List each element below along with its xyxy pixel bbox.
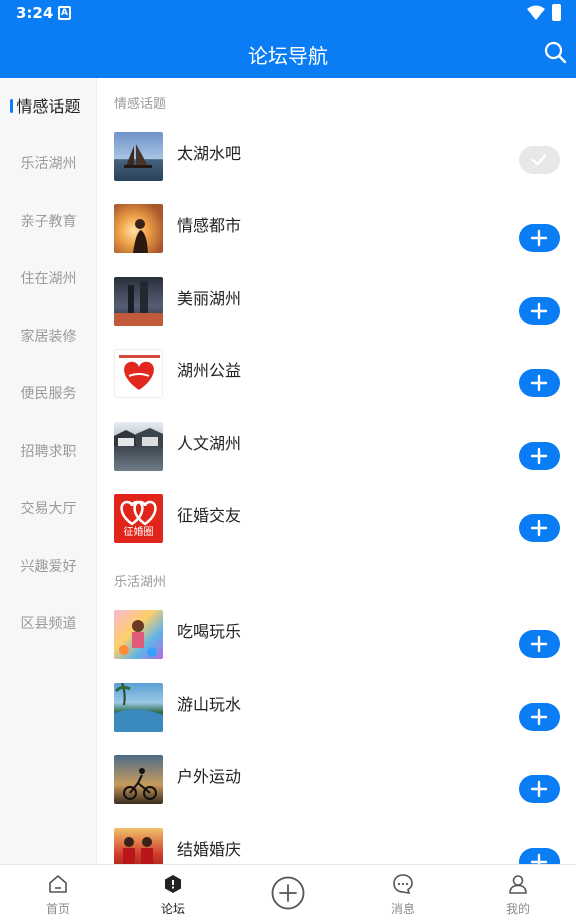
- sidebar-item-jobs[interactable]: 招聘求职: [0, 430, 97, 474]
- forum-thumbnail: [114, 828, 163, 864]
- app-header: 论坛导航: [0, 28, 576, 78]
- forum-thumbnail: [114, 132, 163, 181]
- plus-icon: [530, 519, 548, 537]
- plus-icon: [530, 229, 548, 247]
- forum-list: 情感话题 太湖水吧 情感都市 美丽湖州 湖州公益 人文湖州 征婚圈 征婚交友 乐…: [98, 78, 576, 864]
- join-button[interactable]: [519, 369, 560, 397]
- joined-button[interactable]: [519, 146, 560, 174]
- page-title: 论坛导航: [248, 44, 328, 68]
- home-icon: [49, 875, 67, 893]
- status-bar: 3:24 A: [0, 0, 576, 28]
- forum-thumbnail: 征婚圈: [114, 494, 163, 543]
- forum-row[interactable]: 太湖水吧: [98, 132, 576, 204]
- forum-name: 游山玩水: [177, 695, 242, 714]
- tab-home-label: 首页: [45, 902, 70, 916]
- forum-row[interactable]: 湖州公益: [98, 349, 576, 421]
- category-sidebar: 情感话题 乐活湖州 亲子教育 住在湖州 家居装修 便民服务 招聘求职 交易大厅 …: [0, 78, 97, 864]
- forum-row[interactable]: 吃喝玩乐: [98, 610, 576, 682]
- join-button[interactable]: [519, 514, 560, 542]
- join-button[interactable]: [519, 630, 560, 658]
- tab-forum-label: 论坛: [160, 902, 185, 916]
- forum-thumbnail: [114, 204, 163, 253]
- tab-profile-label: 我的: [505, 902, 530, 916]
- section-title-lohas: 乐活湖州: [114, 575, 167, 590]
- forum-row[interactable]: 美丽湖州: [98, 277, 576, 349]
- join-button[interactable]: [519, 775, 560, 803]
- forum-name: 美丽湖州: [177, 289, 242, 308]
- forum-thumbnail: [114, 422, 163, 471]
- forum-thumbnail: [114, 755, 163, 804]
- forum-name: 情感都市: [177, 216, 242, 235]
- forum-name: 人文湖州: [177, 434, 242, 453]
- tab-profile[interactable]: 我的: [478, 865, 558, 920]
- wifi-icon: [527, 5, 545, 20]
- sidebar-item-home-decor[interactable]: 家居装修: [0, 315, 97, 359]
- plus-icon: [530, 374, 548, 392]
- add-post-icon: [271, 876, 305, 910]
- tab-home[interactable]: 首页: [18, 865, 98, 920]
- logo-text: 征婚圈: [123, 527, 154, 538]
- section-title-emotion: 情感话题: [114, 97, 167, 112]
- sidebar-item-districts[interactable]: 区县频道: [0, 602, 97, 646]
- join-button[interactable]: [519, 848, 560, 864]
- forum-name: 户外运动: [177, 767, 242, 786]
- tab-add-post[interactable]: [248, 865, 328, 920]
- forum-thumbnail: [114, 277, 163, 326]
- forum-icon: [165, 875, 181, 893]
- forum-row[interactable]: 情感都市: [98, 204, 576, 276]
- plus-icon: [530, 447, 548, 465]
- status-time: 3:24: [16, 4, 54, 22]
- bottom-navigation: 首页 论坛 消息 我的: [0, 864, 576, 920]
- plus-icon: [530, 635, 548, 653]
- message-icon: [393, 874, 413, 894]
- tab-messages[interactable]: 消息: [363, 865, 443, 920]
- sidebar-item-living[interactable]: 住在湖州: [0, 257, 97, 301]
- plus-icon: [530, 708, 548, 726]
- sidebar-item-hobbies[interactable]: 兴趣爱好: [0, 545, 97, 589]
- forum-name: 湖州公益: [177, 361, 242, 380]
- forum-name: 太湖水吧: [177, 144, 242, 163]
- tab-forum[interactable]: 论坛: [133, 865, 213, 920]
- profile-icon: [509, 875, 527, 894]
- sidebar-item-services[interactable]: 便民服务: [0, 372, 97, 416]
- tab-messages-label: 消息: [390, 902, 415, 916]
- forum-row[interactable]: 结婚婚庆: [98, 828, 576, 864]
- forum-name: 吃喝玩乐: [177, 622, 242, 641]
- battery-icon: [552, 4, 561, 21]
- sidebar-item-trading[interactable]: 交易大厅: [0, 487, 97, 531]
- forum-row[interactable]: 户外运动: [98, 755, 576, 827]
- check-icon: [531, 154, 547, 166]
- join-button[interactable]: [519, 703, 560, 731]
- join-button[interactable]: [519, 442, 560, 470]
- forum-row[interactable]: 人文湖州: [98, 422, 576, 494]
- forum-thumbnail: [114, 610, 163, 659]
- forum-row[interactable]: 征婚圈 征婚交友: [98, 494, 576, 566]
- forum-name: 结婚婚庆: [177, 840, 242, 859]
- notification-icon: A: [58, 6, 71, 20]
- forum-thumbnail: [114, 349, 163, 398]
- sidebar-item-emotion[interactable]: 情感话题: [0, 85, 97, 129]
- sidebar-item-parenting[interactable]: 亲子教育: [0, 200, 97, 244]
- forum-row[interactable]: 游山玩水: [98, 683, 576, 755]
- forum-thumbnail: [114, 683, 163, 732]
- join-button[interactable]: [519, 297, 560, 325]
- app-root: 3:24 A 论坛导航 情感话题 乐活湖州 亲子教育 住在湖州 家居装修 便民服…: [0, 0, 576, 920]
- join-button[interactable]: [519, 224, 560, 252]
- sidebar-item-lohas[interactable]: 乐活湖州: [0, 142, 97, 186]
- search-icon[interactable]: [543, 40, 567, 64]
- plus-icon: [530, 780, 548, 798]
- plus-icon: [530, 302, 548, 320]
- plus-icon: [530, 853, 548, 864]
- forum-name: 征婚交友: [177, 506, 242, 525]
